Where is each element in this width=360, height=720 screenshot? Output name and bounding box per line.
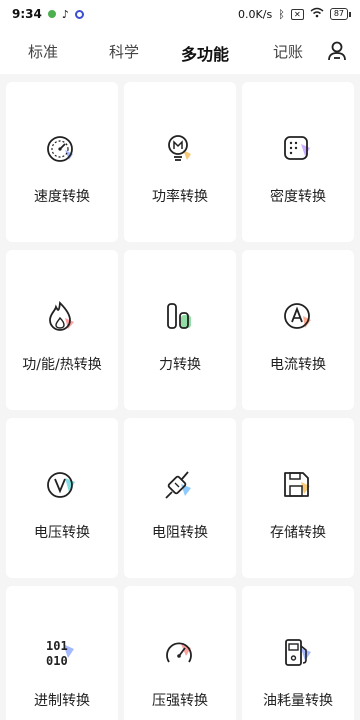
converter-card-current[interactable]: 电流转换: [242, 250, 354, 410]
converter-card-energy[interactable]: 功/能/热转换: [6, 250, 118, 410]
tab-scientific[interactable]: 科学: [109, 41, 139, 62]
tab-bookkeeping[interactable]: 记账: [273, 41, 303, 62]
pressure-gauge-icon: [161, 634, 199, 672]
converter-card-speed[interactable]: 速度转换: [6, 82, 118, 242]
fuel-pump-icon: [279, 634, 317, 672]
sim-off-icon: ✕: [290, 8, 304, 20]
tab-multifunction[interactable]: 多功能: [181, 41, 229, 65]
converter-label: 密度转换: [270, 189, 326, 205]
converter-label: 存储转换: [270, 525, 326, 541]
converter-card-storage[interactable]: 存储转换: [242, 418, 354, 578]
converter-card-voltage[interactable]: 电压转换: [6, 418, 118, 578]
status-bar: 9:34 ♪ 0.0K/s ᛒ ✕ 87: [0, 0, 360, 28]
resistor-icon: [161, 466, 199, 504]
converter-card-pressure[interactable]: 压强转换: [124, 586, 236, 720]
converter-grid: 速度转换 功率转换 密度转换 功/能/热转换 力转换 电流转换 电压转换 电阻转…: [0, 74, 360, 720]
converter-label: 压强转换: [152, 693, 208, 709]
voltage-icon: [43, 466, 81, 504]
battery-indicator: 87: [329, 8, 352, 20]
floppy-disk-icon: [279, 466, 317, 504]
status-left: 9:34 ♪: [12, 7, 84, 21]
tiktok-icon: ♪: [61, 7, 69, 21]
converter-label: 油耗量转换: [263, 693, 333, 709]
svg-text:010: 010: [46, 654, 68, 668]
converter-card-fuel[interactable]: 油耗量转换: [242, 586, 354, 720]
converter-label: 力转换: [159, 357, 201, 373]
converter-card-base[interactable]: 101 010 进制转换: [6, 586, 118, 720]
mode-tabs: 标准 科学 多功能 记账: [0, 28, 360, 74]
circle-notification-icon: [74, 9, 84, 19]
density-icon: [279, 130, 317, 168]
converter-label: 电压转换: [34, 525, 90, 541]
converter-card-density[interactable]: 密度转换: [242, 82, 354, 242]
network-speed: 0.0K/s: [238, 7, 273, 21]
converter-card-resistance[interactable]: 电阻转换: [124, 418, 236, 578]
app-notification-icon: [47, 10, 56, 18]
ampere-icon: [279, 298, 317, 336]
converter-label: 进制转换: [34, 693, 90, 709]
user-profile-icon[interactable]: [326, 40, 348, 62]
converter-label: 电流转换: [270, 357, 326, 373]
converter-label: 速度转换: [34, 189, 90, 205]
converter-label: 电阻转换: [152, 525, 208, 541]
lightbulb-icon: [161, 130, 199, 168]
converter-card-force[interactable]: 力转换: [124, 250, 236, 410]
wifi-icon: [310, 7, 324, 21]
bluetooth-icon: ᛒ: [278, 7, 285, 21]
status-right: 0.0K/s ᛒ ✕ 87: [238, 7, 352, 21]
converter-label: 功率转换: [152, 189, 208, 205]
force-icon: [161, 298, 199, 336]
svg-text:101: 101: [46, 639, 68, 653]
status-time: 9:34: [12, 7, 42, 21]
tab-standard[interactable]: 标准: [28, 41, 58, 62]
flame-icon: [43, 298, 81, 336]
converter-card-power[interactable]: 功率转换: [124, 82, 236, 242]
speedometer-icon: [43, 130, 81, 168]
binary-icon: 101 010: [43, 634, 81, 672]
converter-label: 功/能/热转换: [22, 357, 102, 373]
